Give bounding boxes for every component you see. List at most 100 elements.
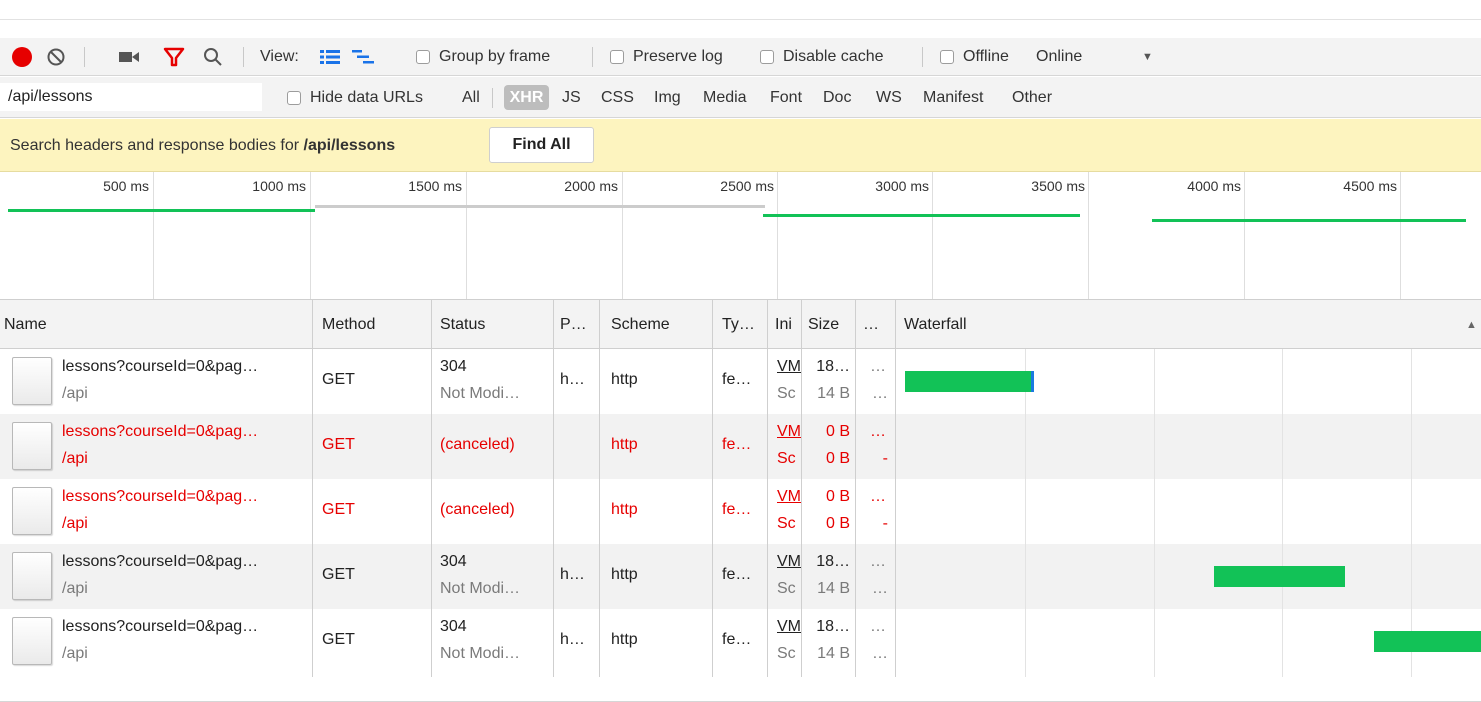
waterfall-bar[interactable]: [1374, 631, 1481, 652]
request-time: …: [870, 488, 886, 505]
file-icon: [12, 617, 52, 665]
request-status: 304: [440, 358, 467, 375]
waterfall-bar[interactable]: [905, 371, 1033, 392]
filter-type-img[interactable]: Img: [654, 77, 681, 118]
list-view-icon: [320, 50, 340, 64]
checkbox-icon: [940, 50, 954, 64]
filter-type-doc[interactable]: Doc: [823, 77, 851, 118]
filter-type-other[interactable]: Other: [1012, 77, 1052, 118]
request-initiator-script: Sc: [777, 515, 796, 532]
filter-type-xhr[interactable]: XHR: [504, 85, 549, 110]
hide-data-urls-label: Hide data URLs: [310, 88, 423, 106]
filter-type-ws[interactable]: WS: [876, 77, 902, 118]
waterfall-gridline: [1282, 349, 1283, 677]
request-initiator[interactable]: VM: [777, 618, 801, 636]
throttling-select[interactable]: Online: [1036, 38, 1082, 76]
overview-gridline: [310, 172, 311, 300]
request-size: 0 B: [825, 423, 850, 440]
request-path: /api: [62, 385, 88, 402]
table-row[interactable]: lessons?courseId=0&pag… /api GET 304 Not Mod…: [0, 349, 1481, 414]
file-icon: [12, 552, 52, 600]
overview-button[interactable]: [352, 38, 374, 76]
request-path: /api: [62, 450, 88, 467]
throttling-dropdown-icon[interactable]: ▼: [1142, 38, 1153, 76]
column-header-initiator[interactable]: Ini: [775, 300, 792, 349]
overview-gridline: [153, 172, 154, 300]
request-initiator[interactable]: VM: [777, 553, 801, 571]
request-method: GET: [322, 371, 355, 388]
search-banner-query: /api/lessons: [303, 136, 396, 154]
filter-toggle-button[interactable]: [163, 38, 185, 76]
offline-checkbox[interactable]: Offline: [940, 38, 1009, 76]
request-initiator[interactable]: VM: [777, 423, 801, 441]
request-time: …: [870, 553, 886, 570]
request-type: fe…: [722, 371, 752, 388]
request-size: 0 B: [825, 488, 850, 505]
column-divider: [895, 300, 896, 677]
record-button[interactable]: [12, 38, 32, 76]
filter-type-all[interactable]: All: [462, 77, 480, 118]
request-status-text: Not Modi…: [440, 580, 521, 597]
column-header-size[interactable]: Size: [808, 300, 839, 349]
toolbar-separator: [592, 47, 593, 67]
clear-button[interactable]: [46, 38, 66, 76]
request-latency: -: [882, 450, 888, 467]
table-row[interactable]: lessons?courseId=0&pag… /api GET (canceled)…: [0, 414, 1481, 479]
overview-tick-label: 4000 ms: [1187, 178, 1241, 194]
column-divider: [431, 300, 432, 677]
column-divider: [312, 300, 313, 677]
request-path: /api: [62, 645, 88, 662]
request-size-resource: 14 B: [817, 580, 850, 597]
file-icon: [12, 487, 52, 535]
request-size-resource: 14 B: [817, 385, 850, 402]
column-header-name[interactable]: Name: [4, 300, 47, 349]
search-button[interactable]: [203, 38, 223, 76]
column-header-type[interactable]: Ty…: [722, 300, 755, 349]
column-header-waterfall[interactable]: Waterfall: [904, 300, 967, 349]
group-by-frame-checkbox[interactable]: Group by frame: [416, 38, 550, 76]
request-name: lessons?courseId=0&pag…: [62, 488, 259, 505]
find-all-button[interactable]: Find All: [489, 127, 594, 163]
column-divider: [599, 300, 600, 677]
request-initiator[interactable]: VM: [777, 488, 801, 506]
request-scheme: http: [611, 436, 638, 453]
request-initiator[interactable]: VM: [777, 358, 801, 376]
table-row[interactable]: lessons?courseId=0&pag… /api GET (canceled)…: [0, 479, 1481, 544]
filter-type-js[interactable]: JS: [562, 77, 581, 118]
overview-request-bar: [1152, 219, 1466, 222]
column-header-scheme[interactable]: Scheme: [611, 300, 670, 349]
overview-tick-label: 2000 ms: [564, 178, 618, 194]
large-rows-button[interactable]: [320, 38, 340, 76]
sort-ascending-icon[interactable]: ▲: [1466, 300, 1477, 349]
request-status: (canceled): [440, 501, 515, 518]
request-initiator-script: Sc: [777, 580, 796, 597]
overview-gridline: [622, 172, 623, 300]
filter-type-media[interactable]: Media: [703, 77, 747, 118]
preserve-log-checkbox[interactable]: Preserve log: [610, 38, 723, 76]
column-header-method[interactable]: Method: [322, 300, 375, 349]
column-header-protocol[interactable]: P…: [560, 300, 587, 349]
waterfall-bar[interactable]: [1214, 566, 1345, 587]
overview-tick-label: 2500 ms: [720, 178, 774, 194]
file-icon: [12, 422, 52, 470]
file-icon: [12, 357, 52, 405]
search-banner-text: Search headers and response bodies for /…: [10, 119, 395, 172]
table-row[interactable]: lessons?courseId=0&pag… /api GET 304 Not Mod…: [0, 609, 1481, 674]
column-header-time[interactable]: …: [863, 300, 879, 349]
search-icon: [204, 48, 222, 66]
hide-data-urls-checkbox[interactable]: Hide data URLs: [287, 77, 423, 118]
filter-type-css[interactable]: CSS: [601, 77, 634, 118]
filter-type-font[interactable]: Font: [770, 77, 802, 118]
request-status: (canceled): [440, 436, 515, 453]
request-latency: -: [882, 515, 888, 532]
request-size-resource: 0 B: [825, 515, 850, 532]
column-header-status[interactable]: Status: [440, 300, 485, 349]
search-banner-prefix: Search headers and response bodies for: [10, 136, 304, 154]
offline-label: Offline: [963, 48, 1009, 65]
screenshot-button[interactable]: [118, 38, 140, 76]
disable-cache-checkbox[interactable]: Disable cache: [760, 38, 884, 76]
request-path: /api: [62, 580, 88, 597]
filter-input[interactable]: [0, 83, 262, 111]
request-protocol: h…: [560, 631, 585, 648]
filter-type-manifest[interactable]: Manifest: [923, 77, 983, 118]
